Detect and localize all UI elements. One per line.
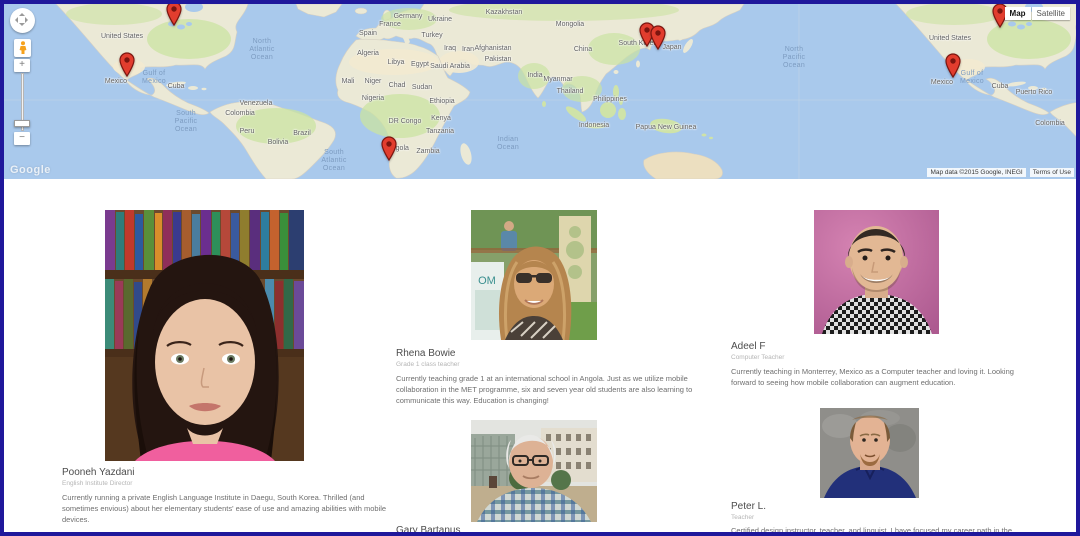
profile-photo-adeel [814,210,939,334]
map-marker[interactable] [945,53,961,78]
terms-of-use-link[interactable]: Terms of Use [1030,168,1074,177]
world-map[interactable]: United StatesMexicoCubaVenezuelaColombia… [4,4,1076,179]
page: United StatesMexicoCubaVenezuelaColombia… [0,0,1080,536]
profile-name-pooneh: Pooneh Yazdani [62,467,134,478]
map-type-satellite-button[interactable]: Satellite [1032,7,1070,20]
map-data-text: Map data ©2015 Google, INEGI [927,168,1025,177]
zoom-out-button[interactable]: − [14,132,30,145]
profile-title-adeel: Computer Teacher [731,354,784,361]
pegman-icon [18,41,28,55]
profile-bio-adeel: Currently teaching in Monterrey, Mexico … [731,366,1036,388]
profile-bio-peter: Certified design instructor, teacher, an… [731,525,1036,536]
profile-name-rhena: Rhena Bowie [396,348,455,359]
svg-text:OM: OM [478,275,496,287]
google-logo[interactable]: Google [10,164,51,176]
zoom-slider-thumb[interactable] [14,120,30,127]
profile-title-rhena: Grade 1 class teacher [396,361,460,368]
map-marker[interactable] [650,25,666,50]
map-pan-control[interactable] [10,8,35,33]
profile-photo-rhena: OM [471,210,597,340]
profile-name-gary: Gary Bartanus [396,525,460,536]
profile-photo-pooneh [105,210,304,461]
profile-title-pooneh: English Institute Director [62,480,132,487]
pan-up-icon[interactable] [19,10,25,16]
pan-right-icon[interactable] [25,17,31,23]
map-type-control: Map Satellite [1005,7,1070,20]
profile-name-adeel: Adeel F [731,341,765,352]
map-continents [4,4,1076,179]
map-marker[interactable] [166,4,182,26]
map-attribution: Map data ©2015 Google, INEGI Terms of Us… [927,168,1074,177]
map-marker[interactable] [381,136,397,161]
map-type-map-button[interactable]: Map [1005,7,1031,20]
profile-name-peter: Peter L. [731,501,766,512]
street-view-pegman[interactable] [14,39,31,57]
profile-bio-pooneh: Currently running a private English Lang… [62,492,390,525]
zoom-in-button[interactable]: + [14,59,30,72]
profile-photo-peter [820,408,919,498]
profile-photo-gary [471,420,597,522]
map-marker[interactable] [119,52,135,77]
profile-title-peter: Teacher [731,514,754,521]
pan-left-icon[interactable] [12,17,18,23]
profile-bio-rhena: Currently teaching grade 1 at an interna… [396,373,696,406]
pan-down-icon[interactable] [19,23,25,29]
